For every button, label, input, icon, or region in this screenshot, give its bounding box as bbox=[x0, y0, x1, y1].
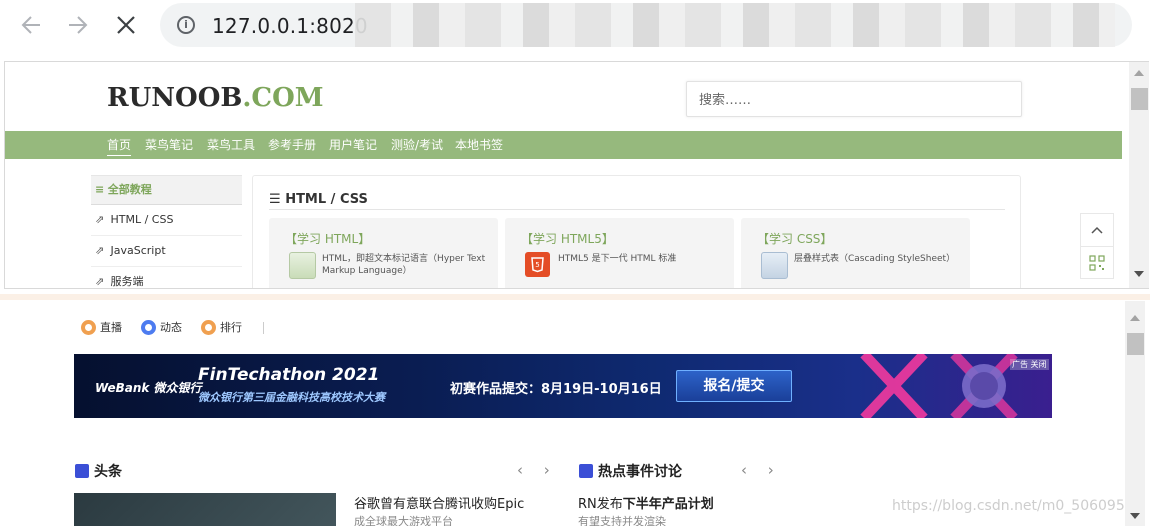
activity-icon bbox=[141, 320, 156, 335]
section-title-headlines: 头条 bbox=[75, 461, 122, 481]
qrcode-button[interactable] bbox=[1081, 247, 1113, 278]
card-title: 【学习 CSS】 bbox=[757, 232, 833, 246]
main-nav: 首页 菜鸟笔记 菜鸟工具 参考手册 用户笔记 测验/考试 本地书签 bbox=[5, 131, 1122, 159]
nav-item-tools[interactable]: 菜鸟工具 bbox=[207, 131, 255, 159]
nav-item-notes[interactable]: 菜鸟笔记 bbox=[145, 131, 193, 159]
hot-topic-link[interactable]: RN发布下半年产品计划 bbox=[578, 493, 714, 512]
card-description: HTML，即超文本标记语言（Hyper Text Markup Language… bbox=[322, 254, 486, 276]
site-logo[interactable]: RUNOOB.COM bbox=[107, 83, 324, 113]
html-icon bbox=[289, 252, 316, 279]
css-icon bbox=[761, 252, 788, 279]
scroll-up-arrow-icon[interactable] bbox=[1130, 315, 1140, 321]
scroll-thumb[interactable] bbox=[1131, 88, 1148, 110]
tutorial-panel: ☰ HTML / CSS 【学习 HTML】 HTML，即超文本标记语言（Hyp… bbox=[252, 175, 1021, 288]
nav-item-bookmarks[interactable]: 本地书签 bbox=[455, 131, 503, 159]
ad-banner[interactable]: WeBank 微众银行 FinTechathon 2021 微众银行第三届金融科… bbox=[74, 354, 1052, 418]
separator bbox=[263, 322, 264, 334]
url-text: 127.0.0.1:8020 bbox=[212, 14, 368, 38]
html5-icon: 5 bbox=[525, 252, 550, 277]
external-link-icon: ⇗ bbox=[95, 213, 105, 226]
chevron-up-icon bbox=[1091, 226, 1103, 234]
arrow-right-icon bbox=[69, 16, 88, 34]
quick-link-live[interactable]: 直播 bbox=[81, 320, 122, 336]
banner-brand: WeBank 微众银行 bbox=[95, 381, 202, 395]
vertical-scrollbar[interactable] bbox=[1129, 62, 1149, 288]
external-link-icon: ⇗ bbox=[95, 275, 105, 288]
tutorial-card-html[interactable]: 【学习 HTML】 HTML，即超文本标记语言（Hyper Text Marku… bbox=[269, 218, 498, 288]
ad-label[interactable]: 广告 关闭 bbox=[1010, 359, 1049, 370]
list-icon: ☰ bbox=[269, 192, 281, 207]
card-title: 【学习 HTML5】 bbox=[521, 232, 614, 246]
vertical-scrollbar[interactable] bbox=[1125, 301, 1145, 526]
tutorial-card-css[interactable]: 【学习 CSS】 层叠样式表（Cascading StyleSheet） bbox=[741, 218, 970, 288]
panel-title: ☰ HTML / CSS bbox=[269, 192, 368, 207]
arrow-left-icon bbox=[21, 16, 40, 34]
headline-image[interactable] bbox=[74, 493, 336, 526]
frame-divider bbox=[0, 294, 1150, 300]
scroll-down-arrow-icon[interactable] bbox=[1134, 271, 1144, 277]
nav-item-home[interactable]: 首页 bbox=[107, 131, 131, 159]
quick-link-ranking[interactable]: 排行 bbox=[201, 320, 242, 336]
tutorial-sidebar: ≡ 全部教程 ⇗ HTML / CSS ⇗ JavaScript ⇗ 服务端 bbox=[91, 175, 242, 288]
ranking-icon bbox=[201, 320, 216, 335]
section-title-hot-topics: 热点事件讨论 bbox=[579, 461, 682, 481]
search-input[interactable] bbox=[697, 84, 1001, 116]
headline-icon bbox=[75, 464, 89, 478]
nav-item-manual[interactable]: 参考手册 bbox=[268, 131, 316, 159]
hot-topics-pager[interactable]: ‹ › bbox=[741, 461, 782, 479]
blurred-url-area bbox=[355, 3, 1115, 47]
card-description: HTML5 是下一代 HTML 标准 bbox=[558, 254, 677, 264]
list-icon: ≡ bbox=[95, 183, 105, 196]
info-icon[interactable]: i bbox=[177, 16, 195, 34]
external-link-icon: ⇗ bbox=[95, 244, 105, 257]
headline-link[interactable]: 谷歌曾有意联合腾讯收购Epic bbox=[354, 493, 524, 512]
card-title: 【学习 HTML】 bbox=[285, 232, 371, 246]
divider bbox=[269, 209, 1005, 210]
stop-loading-button[interactable] bbox=[111, 10, 141, 40]
hot-topic-subtext: 有望支持并发渲染 bbox=[578, 515, 666, 526]
sidebar-heading: ≡ 全部教程 bbox=[91, 175, 242, 205]
nav-item-quiz[interactable]: 测验/考试 bbox=[391, 131, 443, 159]
banner-title: FinTechathon 2021 bbox=[198, 365, 380, 385]
quick-link-activity[interactable]: 动态 bbox=[141, 320, 182, 336]
banner-submit-button[interactable]: 报名/提交 bbox=[676, 370, 792, 402]
search-box[interactable] bbox=[686, 81, 1022, 117]
headline-subtext: 成全球最大游戏平台 bbox=[354, 515, 453, 526]
back-to-top-button[interactable] bbox=[1081, 214, 1113, 247]
sidebar-item-javascript[interactable]: ⇗ JavaScript bbox=[91, 236, 242, 267]
forward-button[interactable] bbox=[63, 10, 93, 40]
live-icon bbox=[81, 320, 96, 335]
scroll-up-arrow-icon[interactable] bbox=[1134, 70, 1144, 76]
floating-tools bbox=[1080, 213, 1114, 279]
banner-subtitle: 微众银行第三届金融科技高校技术大赛 bbox=[198, 391, 385, 404]
qrcode-icon bbox=[1089, 254, 1105, 271]
feed-frame: 直播 动态 排行 WeBank 微众银行 FinTechathon 2021 微… bbox=[0, 301, 1150, 526]
card-description: 层叠样式表（Cascading StyleSheet） bbox=[794, 254, 956, 264]
address-bar[interactable]: i 127.0.0.1:8020 bbox=[160, 3, 1132, 47]
nav-item-user-notes[interactable]: 用户笔记 bbox=[329, 131, 377, 159]
browser-toolbar: i 127.0.0.1:8020 bbox=[0, 0, 1150, 52]
sidebar-item-html-css[interactable]: ⇗ HTML / CSS bbox=[91, 205, 242, 236]
scroll-thumb[interactable] bbox=[1127, 333, 1144, 355]
back-button[interactable] bbox=[16, 10, 46, 40]
sidebar-item-server[interactable]: ⇗ 服务端 bbox=[91, 267, 242, 288]
discussion-icon bbox=[579, 464, 593, 478]
banner-date: 初赛作品提交：8月19日-10月16日 bbox=[450, 382, 662, 397]
svg-text:5: 5 bbox=[535, 261, 539, 269]
tutorial-card-html5[interactable]: 【学习 HTML5】 5 HTML5 是下一代 HTML 标准 bbox=[505, 218, 734, 288]
runoob-frame: RUNOOB.COM 首页 菜鸟笔记 菜鸟工具 参考手册 用户笔记 测验/考试 … bbox=[4, 61, 1149, 289]
headlines-pager[interactable]: ‹ › bbox=[517, 461, 558, 479]
scroll-down-arrow-icon[interactable] bbox=[1130, 513, 1140, 519]
close-icon bbox=[117, 16, 135, 34]
watermark: https://blog.csdn.net/m0_50609545 bbox=[892, 498, 1143, 514]
